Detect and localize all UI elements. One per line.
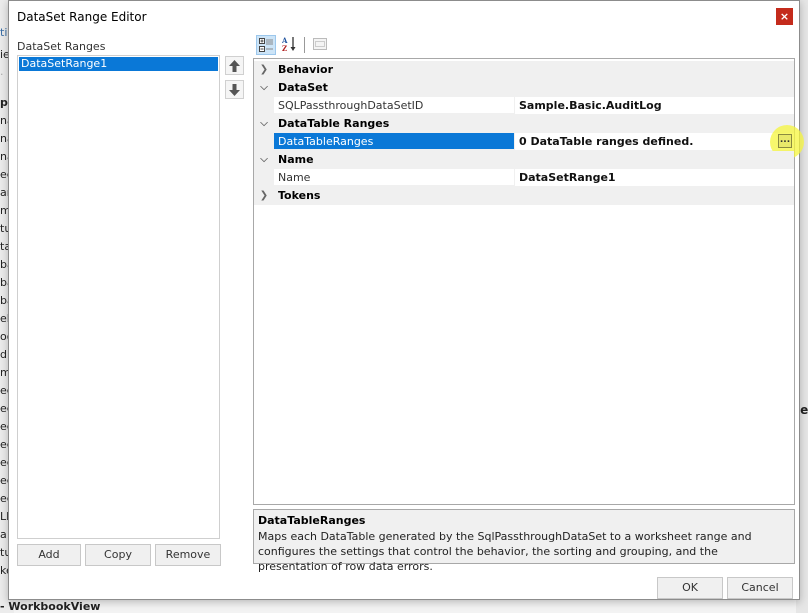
categorized-icon — [259, 38, 273, 52]
property-value[interactable]: 0 DataTable ranges defined. ... — [515, 125, 804, 159]
move-up-button[interactable] — [225, 56, 244, 75]
dataset-ranges-label: DataSet Ranges — [17, 40, 106, 53]
description-title: DataTableRanges — [258, 514, 366, 527]
category-datatable-ranges[interactable]: ⌵ DataTable Ranges — [254, 115, 794, 133]
category-behavior[interactable]: ❯ Behavior — [254, 61, 794, 79]
property-value[interactable]: Sample.Basic.AuditLog — [515, 97, 794, 114]
property-row-sqlpassthroughdatasetid[interactable]: SQLPassthroughDataSetID Sample.Basic.Aud… — [254, 97, 794, 115]
property-value[interactable]: DataSetRange1 — [515, 169, 794, 186]
ok-button[interactable]: OK — [657, 577, 723, 599]
property-name[interactable]: Name — [274, 169, 514, 186]
chevron-down-icon[interactable]: ⌵ — [254, 79, 274, 97]
move-down-button[interactable] — [225, 80, 244, 99]
property-name[interactable]: SQLPassthroughDataSetID — [274, 97, 514, 114]
property-pages-button[interactable] — [310, 35, 330, 55]
remove-button[interactable]: Remove — [155, 544, 221, 566]
category-name[interactable]: ⌵ Name — [254, 151, 794, 169]
close-button[interactable]: × — [776, 8, 793, 25]
chevron-right-icon[interactable]: ❯ — [254, 61, 274, 79]
svg-text:Z: Z — [282, 44, 287, 52]
dialog-title: DataSet Range Editor — [17, 10, 147, 24]
dataset-ranges-list[interactable]: DataSetRange1 — [17, 55, 220, 539]
category-label: DataTable Ranges — [278, 117, 390, 130]
category-label: DataSet — [278, 81, 328, 94]
toolbar-separator — [304, 37, 305, 53]
category-label: Name — [278, 153, 314, 166]
property-value-text: 0 DataTable ranges defined. — [519, 135, 694, 148]
property-name[interactable]: DataTableRanges — [274, 133, 514, 150]
add-button[interactable]: Add — [17, 544, 81, 566]
category-tokens[interactable]: ❯ Tokens — [254, 187, 794, 205]
category-label: Behavior — [278, 63, 334, 76]
property-row-name[interactable]: Name DataSetRange1 — [254, 169, 794, 187]
category-dataset[interactable]: ⌵ DataSet — [254, 79, 794, 97]
cancel-button[interactable]: Cancel — [727, 577, 793, 599]
copy-button[interactable]: Copy — [85, 544, 151, 566]
property-pages-icon — [313, 38, 327, 50]
close-icon: × — [779, 10, 790, 23]
categorized-button[interactable] — [256, 35, 276, 55]
ellipsis-button[interactable]: ... — [778, 134, 792, 148]
property-grid: ❯ Behavior ⌵ DataSet SQLPassthroughDataS… — [253, 58, 804, 505]
arrow-up-icon — [229, 60, 240, 72]
sort-az-icon: A Z — [281, 36, 296, 53]
property-grid-toolbar: A Z — [254, 33, 794, 57]
description-text: Maps each DataTable generated by the Sql… — [258, 530, 752, 573]
chevron-right-icon[interactable]: ❯ — [254, 187, 274, 205]
list-item[interactable]: DataSetRange1 — [19, 57, 218, 71]
chevron-down-icon[interactable]: ⌵ — [254, 151, 274, 169]
description-panel: DataTableRanges Maps each DataTable gene… — [253, 509, 795, 573]
category-label: Tokens — [278, 189, 321, 202]
alphabetical-button[interactable]: A Z — [280, 35, 300, 55]
chevron-down-icon[interactable]: ⌵ — [254, 115, 274, 133]
arrow-down-icon — [229, 84, 240, 96]
background-workbookview-label: - WorkbookView — [0, 600, 101, 613]
title-bar[interactable]: DataSet Range Editor × — [9, 1, 799, 33]
property-row-datatableranges[interactable]: DataTableRanges 0 DataTable ranges defin… — [254, 125, 804, 159]
dataset-range-editor-dialog: DataSet Range Editor × DataSet Ranges Da… — [8, 0, 804, 600]
